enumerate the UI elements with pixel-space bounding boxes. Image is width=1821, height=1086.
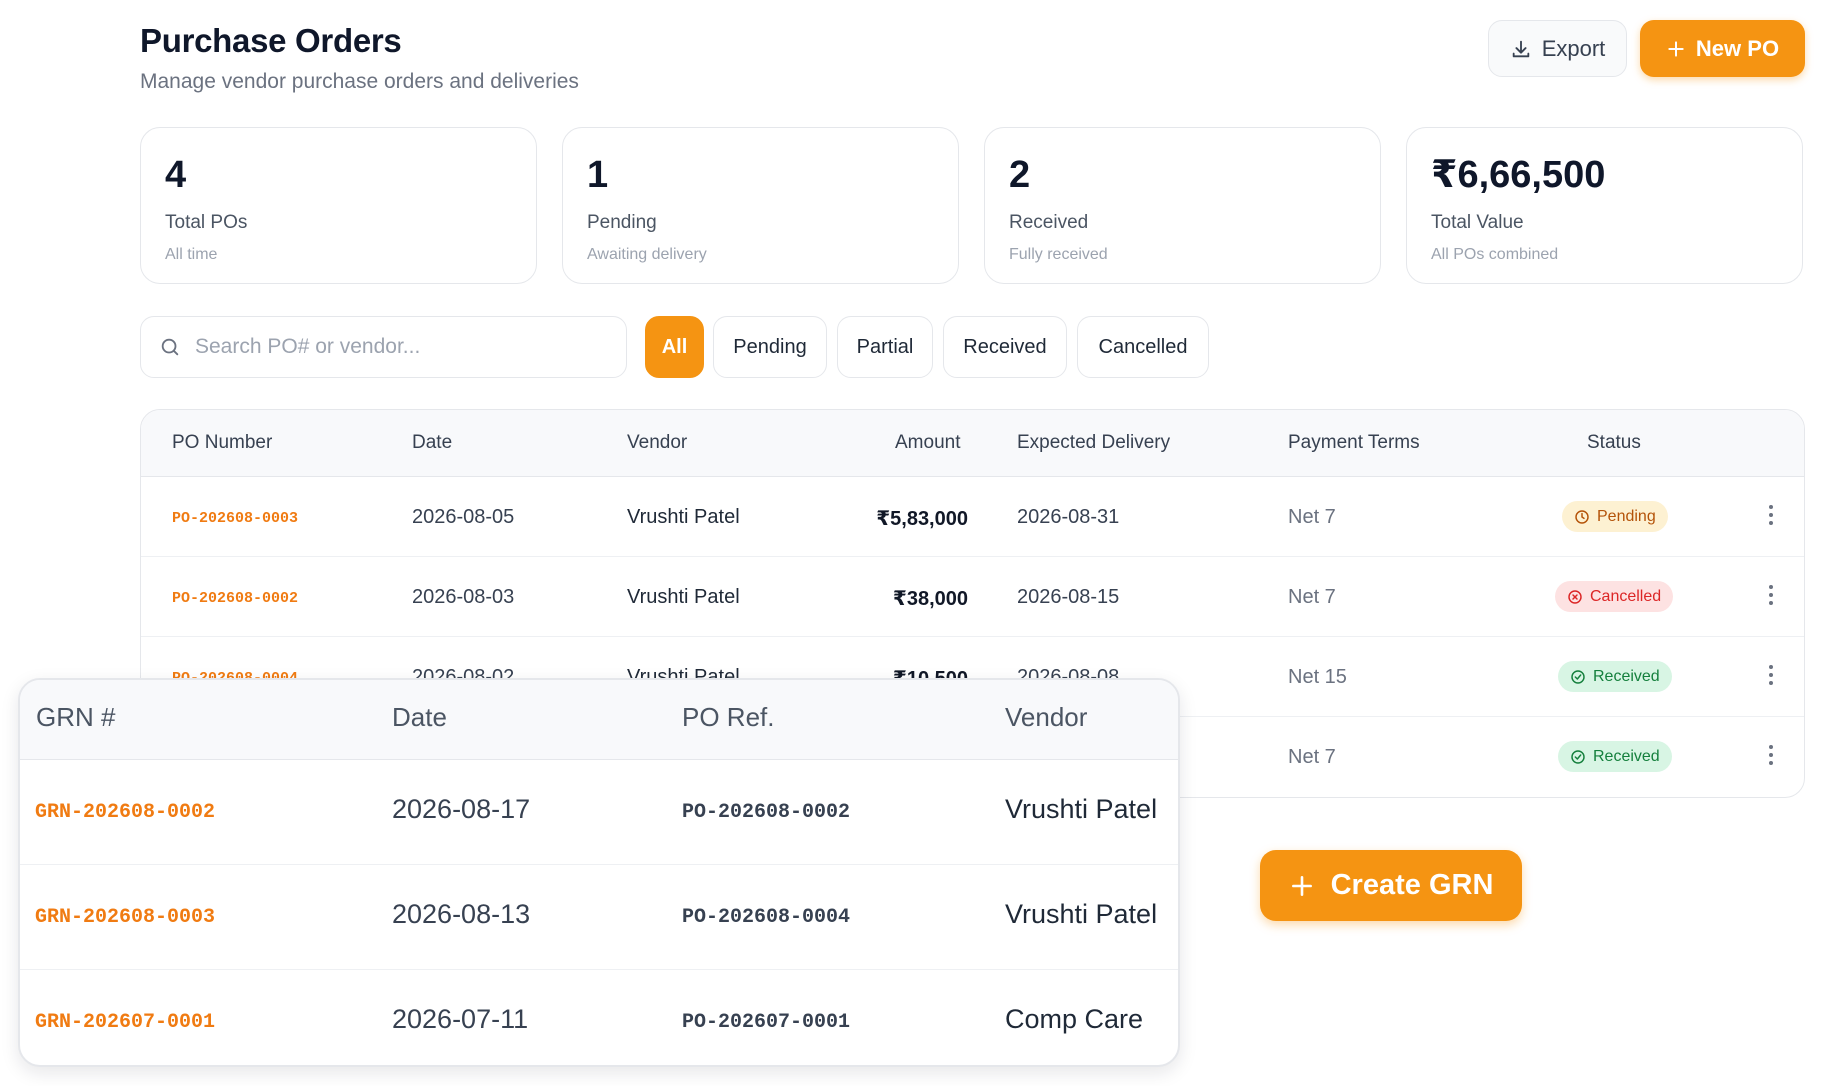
stat-card-received: 2 Received Fully received xyxy=(984,127,1381,284)
download-icon xyxy=(1512,40,1529,57)
kebab-icon[interactable] xyxy=(1768,585,1774,605)
stat-label: Pending xyxy=(587,212,657,233)
grn-table-header: GRN # Date PO Ref. Vendor xyxy=(20,680,1178,760)
grn-number-link[interactable]: GRN-202607-0001 xyxy=(35,1011,215,1034)
table-row[interactable]: GRN-202608-0003 2026-08-13 PO-202608-000… xyxy=(20,865,1178,970)
status-badge: Received xyxy=(1558,661,1672,692)
po-vendor: Vrushti Patel xyxy=(627,506,740,528)
col-grn-date[interactable]: Date xyxy=(392,702,447,733)
clock-icon xyxy=(1575,509,1589,524)
col-vendor[interactable]: Vendor xyxy=(627,432,687,454)
stat-sub: All POs combined xyxy=(1431,246,1559,263)
filter-all[interactable]: All xyxy=(645,316,704,378)
grn-vendor: Vrushti Patel xyxy=(1005,899,1158,929)
table-row[interactable]: GRN-202607-0001 2026-07-11 PO-202607-000… xyxy=(20,970,1178,1065)
grn-po-ref: PO-202608-0002 xyxy=(682,801,851,824)
status-label: Received xyxy=(1593,667,1660,685)
filter-cancelled[interactable]: Cancelled xyxy=(1077,316,1209,378)
search-box xyxy=(140,316,627,378)
create-grn-label: Create GRN xyxy=(1330,869,1494,901)
col-status[interactable]: Status xyxy=(1587,432,1641,454)
kebab-icon[interactable] xyxy=(1768,745,1774,765)
filter-partial[interactable]: Partial xyxy=(837,316,933,378)
grn-date: 2026-08-17 xyxy=(392,794,531,824)
po-vendor: Vrushti Patel xyxy=(627,586,740,608)
grn-po-ref: PO-202607-0001 xyxy=(682,1011,851,1034)
stat-sub: Fully received xyxy=(1009,246,1108,263)
grn-po-ref: PO-202608-0004 xyxy=(682,906,851,929)
status-badge: Cancelled xyxy=(1555,581,1674,612)
stat-value: 1 xyxy=(587,154,609,196)
po-amount: ₹38,000 xyxy=(892,588,968,610)
col-grn-number[interactable]: GRN # xyxy=(36,702,115,733)
po-number-link[interactable]: PO-202608-0002 xyxy=(172,590,298,607)
check-circle-icon xyxy=(1571,669,1585,684)
po-table-header: PO Number Date Vendor Amount Expected De… xyxy=(141,410,1804,477)
page-subtitle: Manage vendor purchase orders and delive… xyxy=(140,70,579,93)
col-po-number[interactable]: PO Number xyxy=(172,432,272,454)
po-date: 2026-08-03 xyxy=(412,586,515,608)
table-row[interactable]: PO-202608-0002 2026-08-03 Vrushti Patel … xyxy=(141,557,1804,637)
filter-pending[interactable]: Pending xyxy=(713,316,827,378)
stat-card-total-value: ₹6,66,500 Total Value All POs combined xyxy=(1406,127,1803,284)
po-number-link[interactable]: PO-202608-0003 xyxy=(172,510,298,527)
status-badge: Pending xyxy=(1562,501,1668,532)
po-payment-terms: Net 7 xyxy=(1288,746,1336,768)
stat-card-pending: 1 Pending Awaiting delivery xyxy=(562,127,959,284)
new-po-button[interactable]: New PO xyxy=(1640,20,1805,77)
search-input[interactable] xyxy=(195,335,595,359)
po-payment-terms: Net 7 xyxy=(1288,506,1336,528)
grn-number-link[interactable]: GRN-202608-0003 xyxy=(35,906,215,929)
col-expected-delivery[interactable]: Expected Delivery xyxy=(1017,432,1170,454)
status-label: Pending xyxy=(1597,507,1656,525)
grn-date: 2026-07-11 xyxy=(392,1004,529,1034)
grn-vendor: Vrushti Patel xyxy=(1005,794,1158,824)
page-header: Purchase Orders Manage vendor purchase o… xyxy=(140,22,579,94)
new-po-label: New PO xyxy=(1695,35,1780,61)
grn-table: GRN # Date PO Ref. Vendor GRN-202608-000… xyxy=(18,678,1180,1067)
po-expected-delivery: 2026-08-15 xyxy=(1017,586,1120,608)
po-amount: ₹5,83,000 xyxy=(876,508,968,530)
export-label: Export xyxy=(1541,35,1606,61)
status-label: Cancelled xyxy=(1590,587,1662,605)
table-row[interactable]: GRN-202608-0002 2026-08-17 PO-202608-000… xyxy=(20,760,1178,865)
page-title: Purchase Orders xyxy=(140,22,402,59)
create-grn-button[interactable]: Create GRN xyxy=(1260,850,1522,921)
stat-label: Received xyxy=(1009,212,1089,233)
po-payment-terms: Net 15 xyxy=(1288,666,1347,688)
stat-value: 2 xyxy=(1009,154,1031,196)
col-payment-terms[interactable]: Payment Terms xyxy=(1288,432,1420,454)
col-amount[interactable]: Amount xyxy=(895,432,960,454)
stat-value: 4 xyxy=(165,154,187,196)
filter-received[interactable]: Received xyxy=(943,316,1067,378)
po-date: 2026-08-05 xyxy=(412,506,515,528)
po-payment-terms: Net 7 xyxy=(1288,586,1336,608)
status-badge: Received xyxy=(1558,741,1672,772)
stat-sub: All time xyxy=(165,246,218,263)
po-expected-delivery: 2026-08-31 xyxy=(1017,506,1120,528)
stat-sub: Awaiting delivery xyxy=(587,246,707,263)
plus-icon xyxy=(1291,875,1312,896)
col-date[interactable]: Date xyxy=(412,432,452,454)
export-button[interactable]: Export xyxy=(1488,20,1627,77)
search-icon xyxy=(161,338,179,356)
stat-label: Total Value xyxy=(1431,212,1524,233)
stat-card-total-pos: 4 Total POs All time xyxy=(140,127,537,284)
col-po-ref[interactable]: PO Ref. xyxy=(682,702,774,733)
check-circle-icon xyxy=(1571,749,1585,764)
col-grn-vendor[interactable]: Vendor xyxy=(1005,702,1087,733)
kebab-icon[interactable] xyxy=(1768,665,1774,685)
plus-icon xyxy=(1668,40,1684,57)
stat-value: ₹6,66,500 xyxy=(1431,154,1606,196)
grn-vendor: Comp Care xyxy=(1005,1004,1144,1034)
table-row[interactable]: PO-202608-0003 2026-08-05 Vrushti Patel … xyxy=(141,477,1804,557)
grn-number-link[interactable]: GRN-202608-0002 xyxy=(35,801,215,824)
status-label: Received xyxy=(1593,747,1660,765)
grn-date: 2026-08-13 xyxy=(392,899,531,929)
kebab-icon[interactable] xyxy=(1768,505,1774,525)
x-circle-icon xyxy=(1568,589,1582,604)
stat-label: Total POs xyxy=(165,212,248,233)
